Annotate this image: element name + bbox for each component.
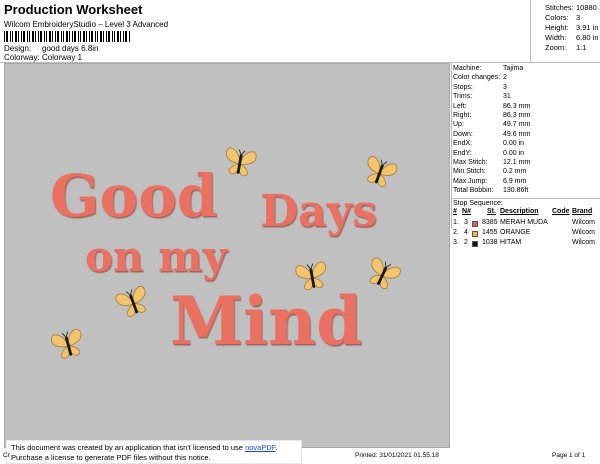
license-notice: This document was created by an applicat… <box>6 440 302 464</box>
printed-timestamp: Printed: 31/01/2021 01.55.18 <box>355 452 439 459</box>
stat-row: EndX: 0.00 in <box>453 140 525 148</box>
colorway-label: Colorway: <box>4 53 40 62</box>
stop-sequence-row: 2. 4 1455 ORANGE Wilcom <box>453 229 595 237</box>
design-text-days: Days <box>260 186 377 237</box>
page-number: Page 1 of 1 <box>552 452 586 459</box>
stop-sequence-row: 1. 3 8385 MERAH MUDA Wilcom <box>453 219 595 227</box>
butterfly-icon <box>49 327 87 361</box>
stat-row: EndY: 0.00 in <box>453 149 525 157</box>
stats-panel: Machine: Tajima Color changes: 2 Stops: 3 Trim… <box>452 63 600 198</box>
stat-row: Stops: 3 <box>453 83 507 91</box>
col-code: Code <box>552 208 570 215</box>
col-brand: Brand <box>572 208 593 215</box>
summary-height: Height: 3.91 in <box>545 23 599 32</box>
novapdf-link[interactable]: novaPDF <box>245 443 275 452</box>
stat-row: Down: 49.6 mm <box>453 130 531 138</box>
stat-row: Min Stitch: 0.2 mm <box>453 168 527 176</box>
summary-width: Width: 6.80 in <box>545 33 599 42</box>
col-num: # <box>453 208 457 215</box>
stat-row: Max Jump: 6.9 mm <box>453 177 527 185</box>
butterfly-icon <box>114 284 153 320</box>
design-value: good days 6.8in <box>42 44 99 53</box>
stat-row: Right: 86.3 mm <box>453 112 531 119</box>
stop-sequence-title: Stop Sequence: <box>452 198 600 208</box>
thread-color-swatch <box>472 231 478 237</box>
stat-row: Left: 86.3 mm <box>453 102 531 110</box>
stat-row: Total Bobbin: 130.86ft <box>453 187 529 195</box>
design-preview: Good Days on my Mind <box>4 63 450 448</box>
col-description: Description <box>500 208 539 215</box>
barcode <box>4 31 130 42</box>
stat-row: Trims: 31 <box>453 93 511 101</box>
stat-row: Up: 49.7 mm <box>453 121 531 129</box>
thread-color-swatch <box>472 241 478 247</box>
stat-row: Color changes: 2 <box>453 74 507 82</box>
software-subtitle: Wilcom EmbroideryStudio – Level 3 Advanc… <box>4 20 169 29</box>
design-text-good: Good <box>50 162 217 230</box>
col-st: St. <box>487 208 496 215</box>
stat-row: Max Stitch: 12.1 mm <box>453 159 531 166</box>
footer-left: Cr <box>3 452 10 459</box>
thread-color-swatch <box>472 221 478 227</box>
colorway-row: Colorway: Colorway 1 <box>4 53 82 62</box>
stat-row: Machine: Tajima <box>453 65 524 72</box>
butterfly-icon <box>222 146 258 178</box>
butterfly-icon <box>360 154 399 190</box>
summary-box: Stitches: 10880 Colors: 3 Height: 3.91 in W… <box>530 0 600 62</box>
stop-sequence-row: 3. 2 1038 HITAM Wilcom <box>453 239 595 247</box>
design-label: Design: <box>4 44 32 53</box>
summary-stitches: Stitches: 10880 <box>545 3 597 12</box>
summary-zoom: Zoom: 1:1 <box>545 43 587 52</box>
colorway-value: Colorway 1 <box>42 53 83 62</box>
design-text-mind: Mind <box>170 282 362 360</box>
design-row: Design: good days 6.8in <box>4 44 99 53</box>
design-text-on-my: on my <box>85 232 229 281</box>
embroidery-design: Good Days on my Mind <box>49 146 403 361</box>
summary-colors: Colors: 3 <box>545 13 581 22</box>
col-n: N# <box>462 208 471 215</box>
butterfly-icon <box>363 256 403 293</box>
stop-sequence-header: # N# St. Description Code Brand <box>452 208 600 218</box>
page-title: Production Worksheet <box>4 2 143 17</box>
